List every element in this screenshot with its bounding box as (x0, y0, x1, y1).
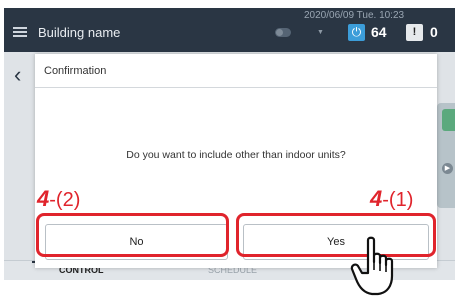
toggle-icon[interactable] (275, 28, 291, 37)
pointing-hand-icon (350, 236, 394, 296)
power-count: 64 (371, 24, 387, 40)
alert-count: 0 (430, 24, 438, 40)
step-number: 4 (370, 186, 383, 211)
step-label-no: 4-(2) (37, 186, 81, 211)
dialog-message: Do you want to include other than indoor… (126, 149, 346, 161)
datetime: 2020/06/09 Tue. 10:23 (304, 10, 405, 21)
header-bar: Building name 2020/06/09 Tue. 10:23 ▼ ⏻ … (4, 8, 455, 52)
building-name: Building name (38, 25, 121, 40)
step-label-yes: 4-(1) (370, 186, 414, 211)
power-icon[interactable]: ⏻ (348, 24, 365, 41)
no-button-highlight (36, 213, 229, 257)
chevron-down-icon[interactable]: ▼ (317, 29, 324, 36)
step-suffix: -(2) (49, 189, 81, 211)
dialog-divider (35, 87, 437, 88)
warning-icon[interactable]: ! (406, 24, 423, 41)
hamburger-menu-icon[interactable] (13, 27, 27, 37)
dialog-title: Confirmation (44, 65, 107, 77)
step-suffix: -(1) (382, 189, 414, 211)
chevron-right-icon[interactable]: ▶ (442, 163, 453, 174)
status-green-tab[interactable] (442, 109, 455, 131)
yes-button-highlight (236, 213, 436, 257)
step-number: 4 (37, 186, 50, 211)
back-arrow-icon[interactable]: ‹ (14, 64, 21, 86)
